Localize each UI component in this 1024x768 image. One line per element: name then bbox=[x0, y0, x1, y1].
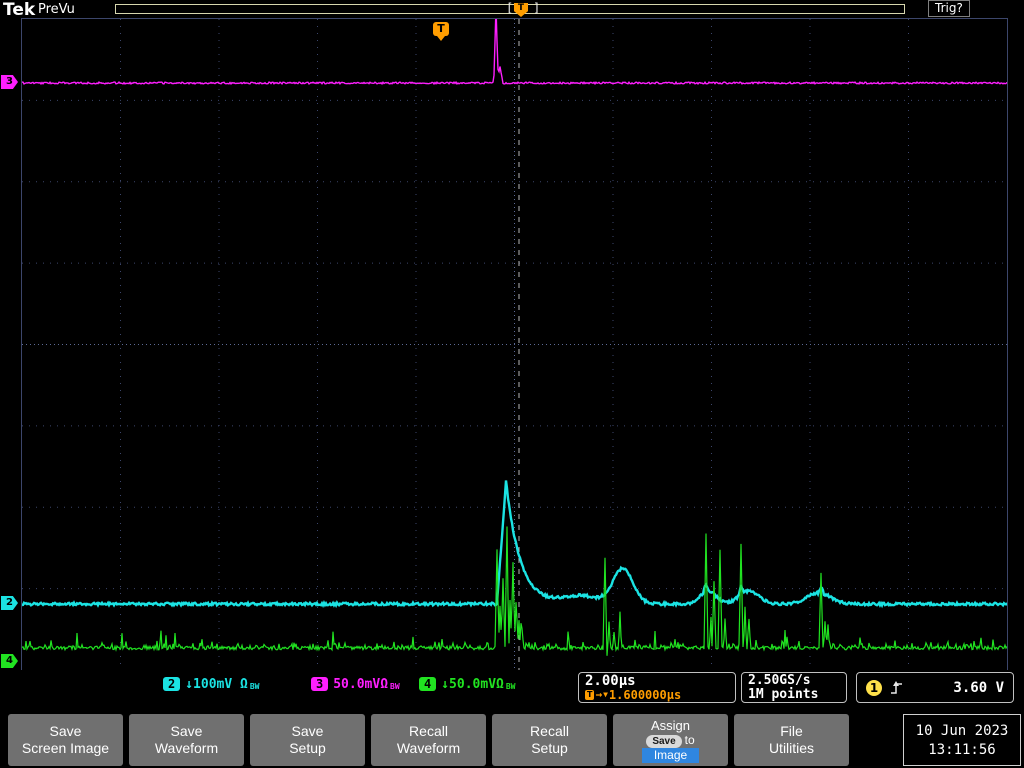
ch2-trace bbox=[22, 480, 1007, 609]
zoom-bracket-right-icon: ] bbox=[533, 1, 541, 15]
time: 13:11:56 bbox=[928, 741, 996, 758]
menu-label: Assign bbox=[650, 717, 691, 733]
menu-label: Setup bbox=[531, 740, 568, 756]
trigger-position-label: T bbox=[517, 3, 525, 13]
ch3-ground-marker[interactable]: 3 bbox=[1, 75, 18, 89]
delay-value: 1.600000µs bbox=[608, 688, 682, 702]
ch4-coupling: Ω bbox=[496, 677, 504, 692]
zoom-bracket-left-icon: [ bbox=[506, 1, 514, 15]
status-bar: 2 ↓100mV Ω BW 3 50.0mVΩ BW 4 ↓50.0mVΩ BW 2.00µ… bbox=[0, 670, 1024, 708]
delay-trigger-icon: T bbox=[585, 690, 595, 700]
menu-label: Image bbox=[641, 747, 700, 763]
menu-label: Waveform bbox=[154, 740, 219, 756]
bottom-menu: Save Screen Image Save Waveform Save Set… bbox=[0, 708, 1024, 768]
tek-logo: Tek bbox=[3, 0, 36, 20]
menu-button-file-utilities[interactable]: File Utilities bbox=[734, 714, 849, 766]
menu-label: Waveform bbox=[396, 740, 461, 756]
ch3-trace bbox=[22, 19, 1007, 86]
ch2-coupling: Ω bbox=[240, 677, 248, 692]
trigger-source-badge: 1 bbox=[866, 679, 882, 696]
menu-button-save-screen-image[interactable]: Save Screen Image bbox=[8, 714, 123, 766]
ch4-readout[interactable]: 4 ↓50.0mVΩ BW bbox=[419, 677, 516, 692]
ch2-ground-marker[interactable]: 2 bbox=[1, 596, 18, 610]
rising-edge-icon bbox=[891, 680, 902, 694]
ch3-badge: 3 bbox=[311, 677, 329, 691]
ch3-scale: 50.0mV bbox=[333, 677, 381, 692]
ch3-bandwidth-limit: BW bbox=[390, 682, 400, 691]
delay-readout: T → ▼ 1.600000µs bbox=[585, 689, 729, 701]
ch4-trace bbox=[22, 526, 1007, 656]
menu-label: Screen Image bbox=[21, 740, 110, 756]
menu-label: Save to bbox=[646, 732, 695, 748]
trigger-time-label: T bbox=[437, 22, 445, 35]
menu-button-save-setup[interactable]: Save Setup bbox=[250, 714, 365, 766]
menu-label: File bbox=[780, 723, 803, 739]
trigger-level: 3.60 V bbox=[953, 679, 1004, 696]
trigger-position-marker-icon[interactable]: T bbox=[514, 3, 528, 17]
sample-rate: 2.50GS/s bbox=[748, 673, 811, 688]
ch3-readout[interactable]: 3 50.0mVΩ BW bbox=[311, 677, 400, 692]
ch2-badge: 2 bbox=[163, 677, 181, 691]
assign-target-highlight: Image bbox=[641, 747, 700, 763]
triangle-down-icon: ▼ bbox=[603, 690, 608, 699]
menu-label: Save bbox=[49, 723, 82, 739]
trigger-time-marker-icon[interactable]: T bbox=[433, 22, 449, 41]
time-per-division: 2.00µs bbox=[585, 673, 636, 689]
ch4-scale: ↓50.0mV bbox=[441, 677, 497, 692]
datetime-box: 10 Jun 2023 13:11:56 bbox=[903, 714, 1021, 766]
record-view-bar[interactable]: [ ] T bbox=[115, 1, 905, 17]
ch4-ground-marker[interactable]: 4 bbox=[1, 654, 18, 668]
menu-label: Save bbox=[291, 723, 324, 739]
graticule: T bbox=[21, 18, 1008, 671]
menu-button-recall-setup[interactable]: Recall Setup bbox=[492, 714, 607, 766]
arrow-right-icon: → bbox=[595, 688, 603, 701]
horizontal-readout: 2.00µs T → ▼ 1.600000µs bbox=[578, 672, 736, 703]
ch4-bandwidth-limit: BW bbox=[505, 682, 516, 691]
acquisition-readout: 2.50GS/s 1M points bbox=[741, 672, 847, 703]
trigger-status-badge: Trig? bbox=[928, 0, 970, 17]
menu-label: Setup bbox=[289, 740, 326, 756]
menu-label: Recall bbox=[409, 723, 448, 739]
ch2-scale: ↓100mV bbox=[185, 677, 233, 692]
acquisition-status: PreVu bbox=[38, 2, 75, 17]
menu-label: Save bbox=[170, 723, 203, 739]
menu-label: Recall bbox=[530, 723, 569, 739]
menu-label: Utilities bbox=[768, 740, 815, 756]
save-pill-badge: Save bbox=[646, 734, 682, 748]
menu-button-assign-save-to-image[interactable]: Assign Save to Image bbox=[613, 714, 728, 766]
waveform-display bbox=[22, 19, 1007, 656]
record-length: 1M points bbox=[748, 687, 819, 702]
ch2-readout[interactable]: 2 ↓100mV Ω BW bbox=[163, 677, 260, 692]
ch2-bandwidth-limit: BW bbox=[249, 682, 260, 691]
oscilloscope-screen: Tek PreVu [ ] T Trig? T 3 2 4 2 ↓100mV ΩB… bbox=[0, 0, 1024, 768]
menu-label: to bbox=[684, 732, 695, 747]
date: 10 Jun 2023 bbox=[915, 722, 1009, 739]
menu-button-save-waveform[interactable]: Save Waveform bbox=[129, 714, 244, 766]
trigger-readout: 1 3.60 V bbox=[856, 672, 1014, 703]
ch4-badge: 4 bbox=[419, 677, 437, 691]
ch3-coupling: Ω bbox=[380, 677, 389, 692]
menu-button-recall-waveform[interactable]: Recall Waveform bbox=[371, 714, 486, 766]
